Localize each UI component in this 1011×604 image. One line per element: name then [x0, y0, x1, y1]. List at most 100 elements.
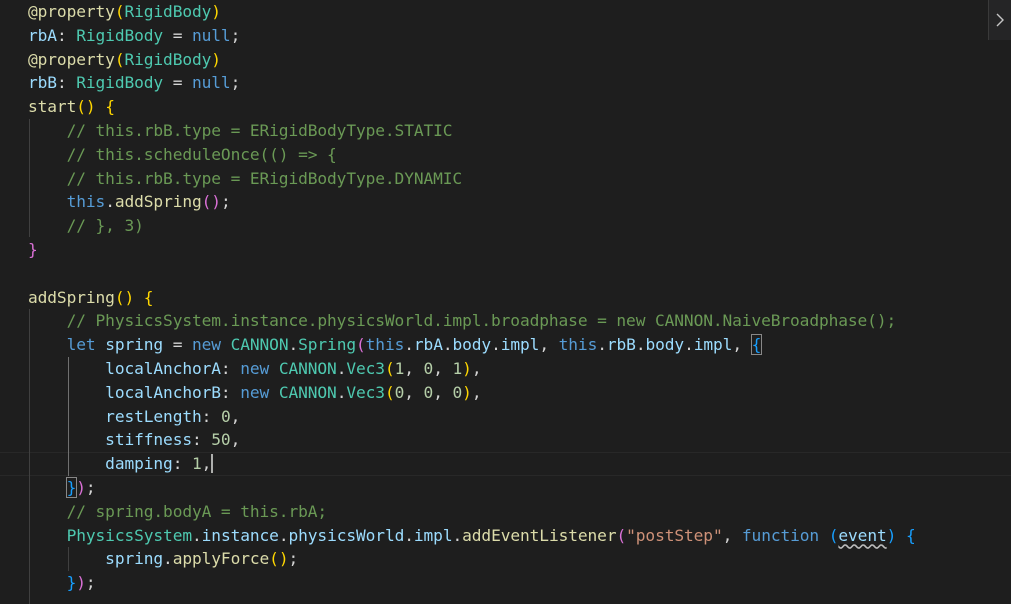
code-token: ;	[85, 573, 96, 593]
code-line[interactable]: localAnchorB: new CANNON.Vec3(0, 0, 0),	[28, 381, 916, 405]
code-token: (	[356, 335, 366, 355]
code-token: localAnchorB	[105, 382, 221, 402]
code-token: // }, 3)	[66, 216, 144, 236]
code-token: {	[905, 525, 916, 545]
code-token: 0	[220, 406, 231, 426]
code-line[interactable]: PhysicsSystem.instance.physicsWorld.impl…	[28, 524, 916, 548]
code-token: localAnchorA	[105, 358, 221, 378]
code-token: 0	[423, 382, 434, 402]
code-token: 1	[394, 358, 405, 378]
code-line[interactable]: rbA: RigidBody = null;	[28, 24, 916, 48]
code-line[interactable]: rbB: RigidBody = null;	[28, 71, 916, 95]
code-token: PhysicsSystem	[66, 525, 193, 545]
code-line[interactable]: spring.applyForce();	[28, 547, 916, 571]
code-token: RigidBody	[124, 2, 212, 21]
code-token: .	[684, 335, 694, 355]
code-line[interactable]: // }, 3)	[28, 214, 916, 238]
code-token: impl	[500, 335, 540, 355]
code-token: ,	[201, 454, 212, 474]
code-line[interactable]: }	[28, 238, 916, 262]
code-token: damping	[105, 454, 173, 474]
code-token: :	[201, 406, 221, 426]
code-token: stiffness	[105, 430, 192, 450]
code-line[interactable]: this.addSpring();	[28, 190, 916, 214]
code-line[interactable]: @property(RigidBody)	[28, 48, 916, 72]
code-token: {	[143, 287, 154, 307]
code-token: (	[616, 525, 627, 545]
code-token: ()	[269, 549, 289, 569]
code-token: ;	[230, 73, 241, 93]
code-line[interactable]: // spring.bodyA = this.rbA;	[28, 500, 916, 524]
code-token: }	[65, 476, 78, 498]
code-token: ,	[433, 382, 453, 402]
code-line[interactable]: start() {	[28, 95, 916, 119]
code-token: this	[66, 192, 106, 212]
code-token: Vec3	[346, 358, 385, 378]
code-line[interactable]: restLength: 0,	[28, 405, 916, 429]
code-token: )	[211, 2, 221, 21]
code-token: .	[491, 335, 501, 355]
code-token: ,	[722, 525, 742, 545]
code-token: 0	[394, 382, 405, 402]
code-token: ,	[471, 382, 482, 402]
code-token: 50	[211, 430, 231, 450]
code-token: .	[404, 525, 414, 545]
code-token: null	[191, 73, 231, 93]
code-token: (	[828, 525, 839, 545]
code-editor[interactable]: @property(RigidBody) rbA: RigidBody = nul…	[0, 0, 1011, 604]
code-line[interactable]: @property(RigidBody)	[28, 0, 916, 24]
code-token: ;	[85, 477, 96, 497]
code-token: .	[404, 335, 414, 355]
code-line[interactable]: let spring = new CANNON.Spring(this.rbA.…	[28, 333, 916, 357]
code-token: rbB	[606, 335, 636, 355]
code-token: RigidBody	[76, 73, 164, 93]
code-token: CANNON	[278, 358, 337, 378]
code-line[interactable]: localAnchorA: new CANNON.Vec3(1, 0, 1),	[28, 357, 916, 381]
code-line[interactable]: // PhysicsSystem.instance.physicsWorld.i…	[28, 309, 916, 333]
code-line[interactable]: // this.rbB.type = ERigidBodyType.DYNAMI…	[28, 167, 916, 191]
code-token: body	[645, 335, 685, 355]
code-line[interactable]: stiffness: 50,	[28, 428, 916, 452]
code-line[interactable]: addSpring() {	[28, 286, 916, 310]
code-token: )	[462, 382, 472, 402]
code-line[interactable]: damping: 1,	[28, 452, 916, 476]
code-token: ,	[230, 406, 241, 426]
code-token: :	[191, 430, 212, 450]
code-token: RigidBody	[76, 25, 164, 45]
code-token: )	[76, 573, 86, 593]
code-line[interactable]: // this.scheduleOnce(() => {	[28, 143, 916, 167]
code-token: ;	[288, 549, 299, 569]
code-token: // PhysicsSystem.instance.physicsWorld.i…	[66, 311, 897, 331]
code-token: @property	[28, 2, 115, 21]
code-line[interactable]: });	[28, 476, 916, 500]
code-token: 0	[423, 358, 434, 378]
code-token: ()	[76, 97, 96, 117]
expand-panel-button[interactable]	[988, 0, 1011, 40]
code-line[interactable]	[28, 262, 916, 286]
code-line[interactable]: // this.rbB.type = ERigidBodyType.STATIC	[28, 119, 916, 143]
code-token: .	[452, 525, 463, 545]
code-token: :	[220, 382, 241, 402]
code-token: spring	[105, 335, 164, 355]
code-token: spring	[105, 549, 164, 569]
code-token: =	[163, 73, 192, 93]
code-token: RigidBody	[124, 49, 212, 69]
code-token: addEventListener	[462, 525, 617, 545]
code-token: .	[597, 335, 607, 355]
code-line[interactable]: });	[28, 571, 916, 595]
